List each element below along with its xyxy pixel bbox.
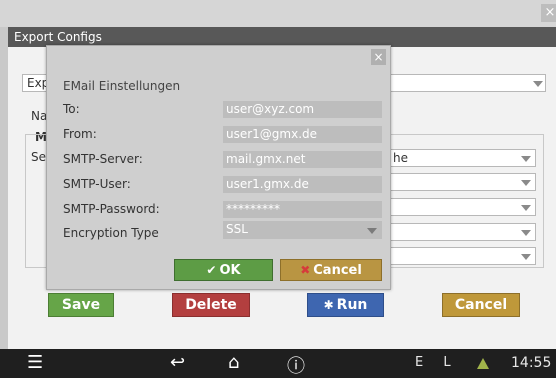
encryption-type-value: SSL	[226, 222, 248, 236]
language-indicator: E L	[415, 355, 459, 370]
cancel-button[interactable]: Cancel	[442, 293, 520, 317]
back-icon[interactable]: ↩	[170, 352, 185, 373]
smtp-user-label: SMTP-User:	[63, 177, 131, 191]
to-field[interactable]: user@xyz.com	[223, 101, 382, 118]
save-button[interactable]: Save	[48, 293, 114, 317]
menu-icon[interactable]: ☰	[27, 352, 43, 373]
smtp-password-label: SMTP-Password:	[63, 202, 160, 216]
smtp-server-label: SMTP-Server:	[63, 152, 143, 166]
home-icon[interactable]: ⌂	[228, 352, 239, 373]
name-label: Na	[31, 109, 48, 123]
encryption-type-select[interactable]: SSL	[223, 221, 382, 239]
email-settings-dialog: × EMail Einstellungen To: user@xyz.com F…	[46, 45, 391, 290]
delete-button[interactable]: Delete	[172, 293, 250, 317]
to-label: To:	[63, 102, 80, 116]
dialog-cancel-button-label: Cancel	[313, 263, 362, 278]
top-bar: ×	[0, 0, 556, 27]
window-titlebar: Export Configs	[8, 27, 556, 47]
chevron-down-icon	[533, 81, 543, 87]
from-field[interactable]: user1@gmx.de	[223, 126, 382, 143]
smtp-user-field[interactable]: user1.gmx.de	[223, 176, 382, 193]
close-icon[interactable]: ×	[371, 49, 386, 65]
ok-button-label: OK	[219, 263, 241, 278]
window-title: Export Configs	[14, 30, 102, 44]
run-button-label: Run	[336, 297, 368, 313]
smtp-password-field[interactable]: *********	[223, 201, 382, 218]
dialog-cancel-button[interactable]: ✖ Cancel	[280, 259, 382, 281]
run-button[interactable]: ✱ Run	[307, 293, 384, 317]
clock: 14:55	[511, 355, 552, 371]
warning-icon[interactable]	[477, 358, 489, 369]
x-icon: ✖	[300, 263, 311, 277]
encryption-type-label: Encryption Type	[63, 226, 159, 240]
info-icon[interactable]: ⓘ	[287, 352, 305, 378]
dialog-title: EMail Einstellungen	[63, 79, 181, 93]
taskbar: ☰ ↩ ⌂ ⓘ E L 14:55	[0, 349, 556, 378]
from-label: From:	[63, 127, 97, 141]
close-icon[interactable]: ×	[541, 4, 556, 22]
check-icon: ✔	[206, 263, 217, 277]
ok-button[interactable]: ✔ OK	[174, 259, 273, 281]
smtp-server-field[interactable]: mail.gmx.net	[223, 151, 382, 168]
chevron-down-icon	[367, 228, 377, 234]
gear-icon: ✱	[323, 298, 334, 312]
